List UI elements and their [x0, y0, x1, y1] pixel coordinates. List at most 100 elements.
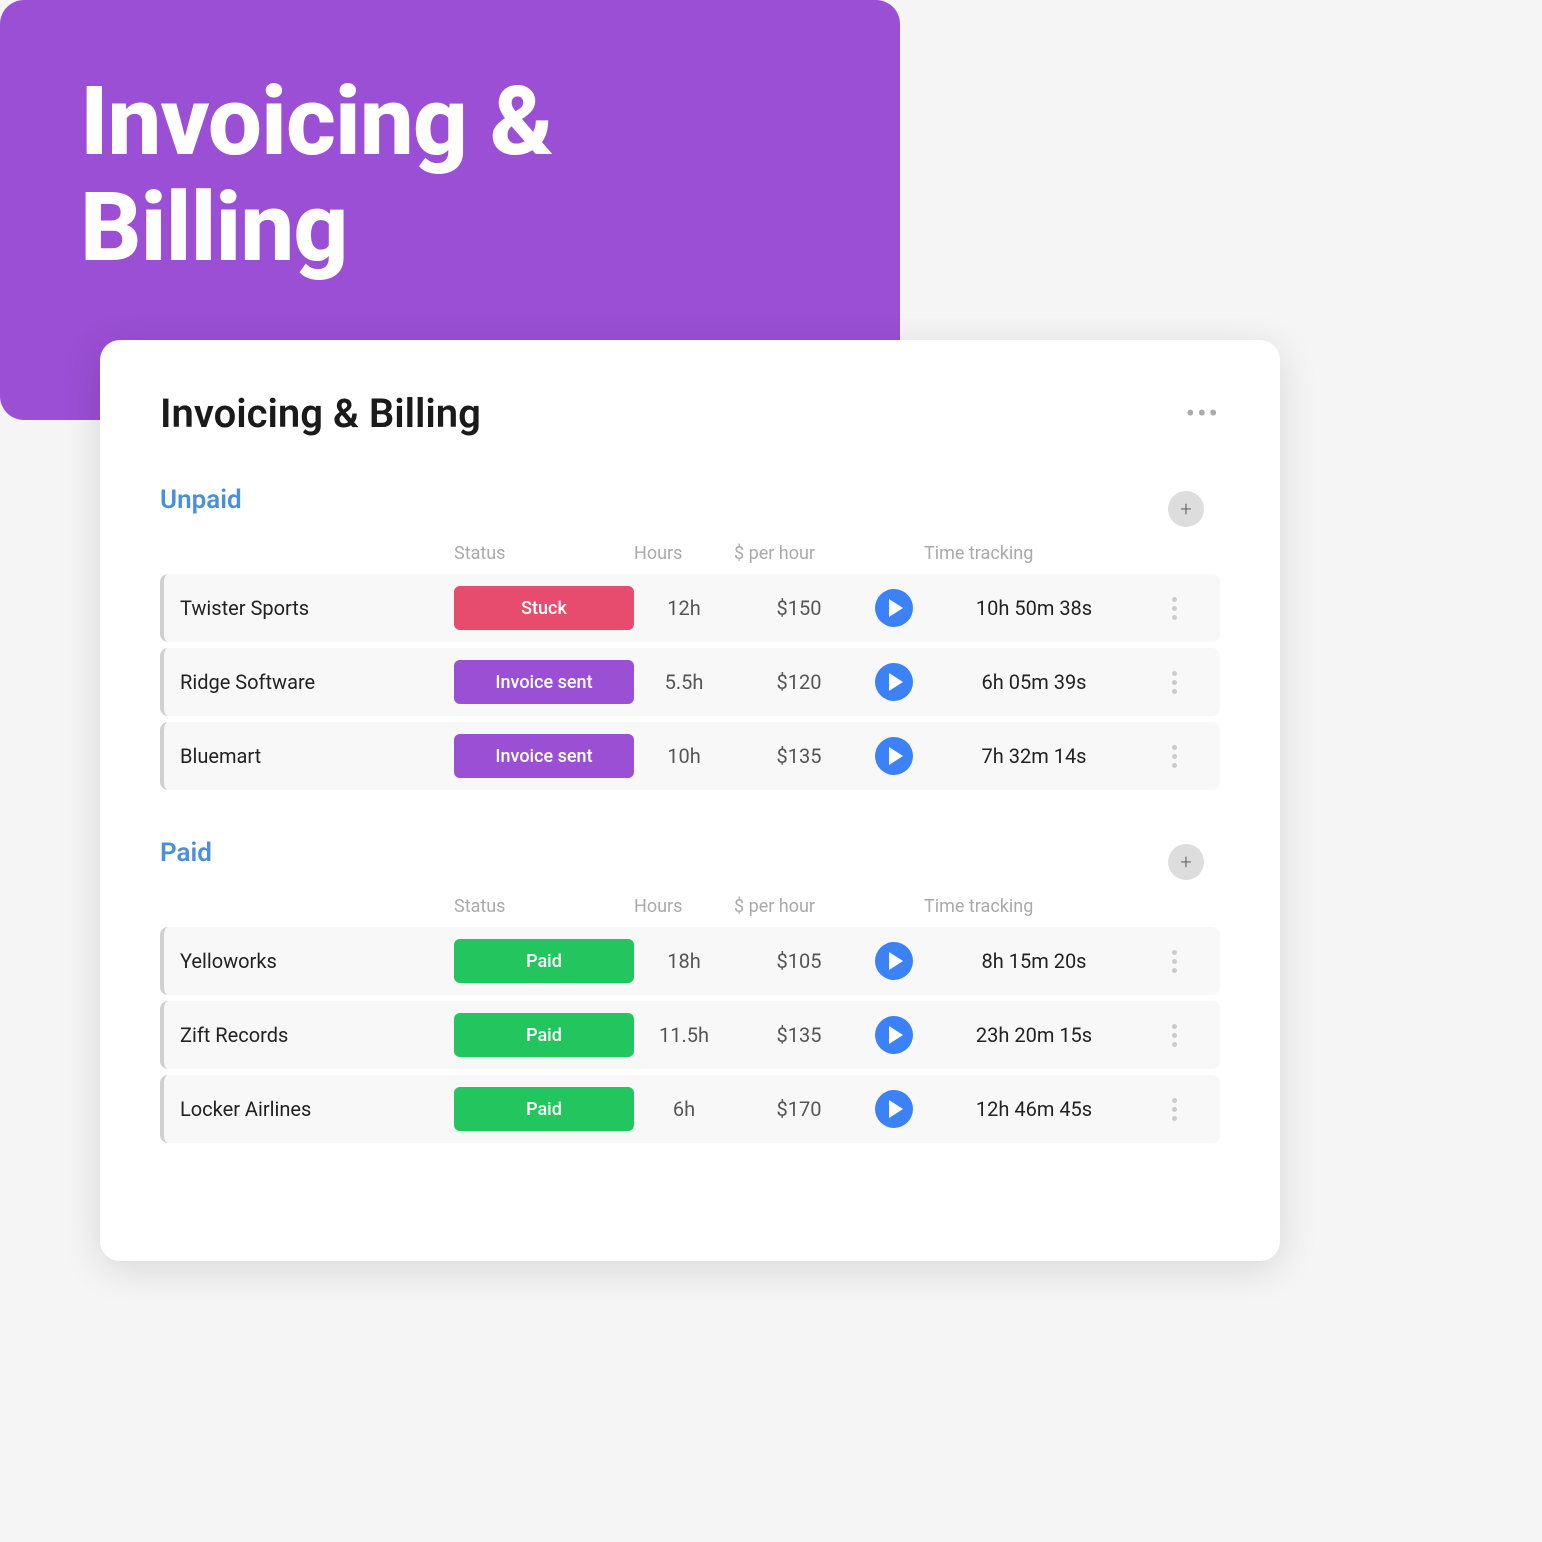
dot [1172, 597, 1177, 602]
rate-value: $170 [734, 1097, 864, 1121]
unpaid-col-name [176, 543, 454, 564]
play-button[interactable] [875, 1016, 913, 1054]
paid-add-button[interactable]: + [1168, 844, 1204, 880]
dot [1172, 745, 1177, 750]
hours-value: 6h [634, 1097, 734, 1121]
dot [1172, 606, 1177, 611]
table-row: Bluemart Invoice sent 10h $135 7h 32m 14… [160, 722, 1220, 790]
dot [1172, 680, 1177, 685]
status-badge[interactable]: Stuck [454, 586, 634, 630]
paid-col-tracking: Time tracking [924, 896, 1144, 917]
paid-section-header: Paid + [160, 838, 1220, 886]
paid-section-title: Paid [160, 838, 212, 868]
dot [1172, 1042, 1177, 1047]
row-action-menu[interactable] [1144, 1098, 1204, 1121]
dot [1172, 1024, 1177, 1029]
time-tracking-value: 6h 05m 39s [924, 670, 1144, 694]
unpaid-col-play-spacer [864, 543, 924, 564]
unpaid-col-actions-spacer [1144, 543, 1204, 564]
play-button[interactable] [875, 589, 913, 627]
table-row: Yelloworks Paid 18h $105 8h 15m 20s [160, 927, 1220, 995]
paid-col-name [176, 896, 454, 917]
dot [1172, 950, 1177, 955]
play-icon [889, 1100, 903, 1118]
unpaid-table-header: Status Hours $ per hour Time tracking [160, 543, 1220, 574]
play-button[interactable] [875, 1090, 913, 1128]
row-action-menu[interactable] [1144, 1024, 1204, 1047]
row-action-menu[interactable] [1144, 950, 1204, 973]
rate-value: $120 [734, 670, 864, 694]
play-icon [889, 673, 903, 691]
client-name: Twister Sports [180, 596, 454, 620]
rate-value: $135 [734, 1023, 864, 1047]
row-action-menu[interactable] [1144, 671, 1204, 694]
more-menu-button[interactable]: ••• [1186, 397, 1220, 430]
play-icon [889, 747, 903, 765]
client-name: Bluemart [180, 744, 454, 768]
paid-section: Paid + Status Hours $ per hour Time trac… [160, 838, 1220, 1143]
dot [1172, 1098, 1177, 1103]
paid-col-play-spacer [864, 896, 924, 917]
table-row: Ridge Software Invoice sent 5.5h $120 6h… [160, 648, 1220, 716]
status-badge[interactable]: Invoice sent [454, 660, 634, 704]
paid-rows-container: Yelloworks Paid 18h $105 8h 15m 20s [160, 927, 1220, 1143]
dot [1172, 689, 1177, 694]
status-badge[interactable]: Paid [454, 1087, 634, 1131]
rate-value: $135 [734, 744, 864, 768]
dot [1172, 968, 1177, 973]
client-name: Ridge Software [180, 670, 454, 694]
play-button[interactable] [875, 942, 913, 980]
hero-title: Invoicing & Billing [80, 70, 820, 281]
play-button[interactable] [875, 737, 913, 775]
dot [1172, 1116, 1177, 1121]
paid-col-hours: Hours [634, 896, 734, 917]
unpaid-section-title: Unpaid [160, 485, 242, 515]
client-name: Yelloworks [180, 949, 454, 973]
unpaid-add-button[interactable]: + [1168, 491, 1204, 527]
rate-value: $105 [734, 949, 864, 973]
hours-value: 18h [634, 949, 734, 973]
hours-value: 5.5h [634, 670, 734, 694]
rate-value: $150 [734, 596, 864, 620]
status-badge[interactable]: Paid [454, 1013, 634, 1057]
unpaid-section-header: Unpaid + [160, 485, 1220, 533]
hours-value: 10h [634, 744, 734, 768]
paid-col-actions-spacer [1144, 896, 1204, 917]
unpaid-col-tracking: Time tracking [924, 543, 1144, 564]
dot [1172, 671, 1177, 676]
dot [1172, 1107, 1177, 1112]
paid-col-rate: $ per hour [734, 896, 864, 917]
dot [1172, 959, 1177, 964]
paid-col-status: Status [454, 896, 634, 917]
paid-table-header: Status Hours $ per hour Time tracking [160, 896, 1220, 927]
play-icon [889, 1026, 903, 1044]
hours-value: 11.5h [634, 1023, 734, 1047]
dot [1172, 763, 1177, 768]
unpaid-col-rate: $ per hour [734, 543, 864, 564]
main-card: Invoicing & Billing ••• Unpaid + Status … [100, 340, 1280, 1261]
time-tracking-value: 10h 50m 38s [924, 596, 1144, 620]
time-tracking-value: 8h 15m 20s [924, 949, 1144, 973]
status-badge[interactable]: Paid [454, 939, 634, 983]
play-button[interactable] [875, 663, 913, 701]
unpaid-section: Unpaid + Status Hours $ per hour Time tr… [160, 485, 1220, 790]
table-row: Locker Airlines Paid 6h $170 12h 46m 45s [160, 1075, 1220, 1143]
play-icon [889, 599, 903, 617]
time-tracking-value: 12h 46m 45s [924, 1097, 1144, 1121]
dot [1172, 1033, 1177, 1038]
table-row: Twister Sports Stuck 12h $150 10h 50m 38… [160, 574, 1220, 642]
unpaid-rows-container: Twister Sports Stuck 12h $150 10h 50m 38… [160, 574, 1220, 790]
client-name: Zift Records [180, 1023, 454, 1047]
dot [1172, 615, 1177, 620]
row-action-menu[interactable] [1144, 745, 1204, 768]
unpaid-col-hours: Hours [634, 543, 734, 564]
card-title: Invoicing & Billing [160, 390, 481, 437]
dot [1172, 754, 1177, 759]
time-tracking-value: 7h 32m 14s [924, 744, 1144, 768]
time-tracking-value: 23h 20m 15s [924, 1023, 1144, 1047]
table-row: Zift Records Paid 11.5h $135 23h 20m 15s [160, 1001, 1220, 1069]
unpaid-col-status: Status [454, 543, 634, 564]
status-badge[interactable]: Invoice sent [454, 734, 634, 778]
client-name: Locker Airlines [180, 1097, 454, 1121]
row-action-menu[interactable] [1144, 597, 1204, 620]
